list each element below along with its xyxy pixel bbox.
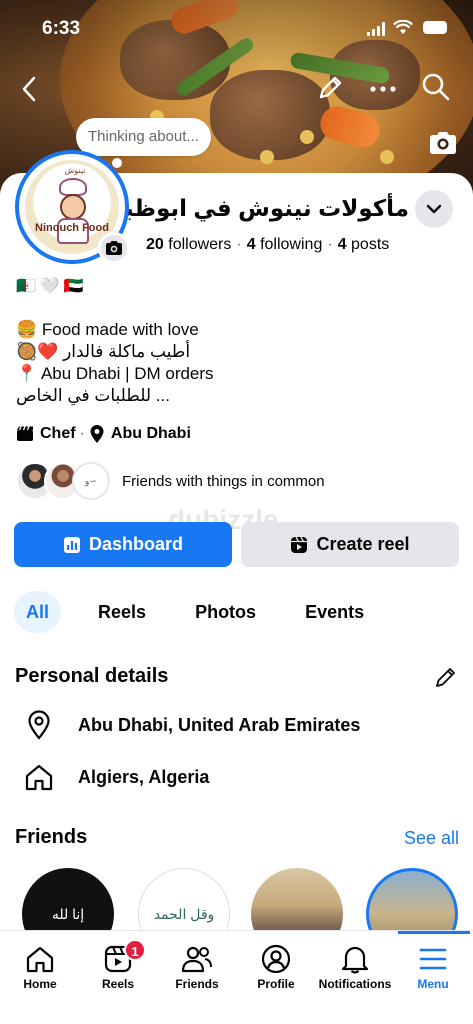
wifi-icon <box>393 20 413 34</box>
profile-switch-button[interactable] <box>415 190 453 228</box>
mutual-friends-text: Friends with things in common <box>122 472 325 490</box>
pencil-icon[interactable] <box>316 74 344 102</box>
nav-label: Menu <box>417 977 449 991</box>
followers-count[interactable]: 20 <box>146 236 164 253</box>
chevron-down-icon <box>426 204 442 214</box>
reel-icon <box>291 536 308 553</box>
nav-menu[interactable]: Menu <box>393 941 473 991</box>
nav-friends[interactable]: Friends <box>157 941 237 991</box>
detail-hometown: Algiers, Algeria <box>24 763 209 791</box>
nav-label: Reels <box>101 977 135 991</box>
following-count[interactable]: 4 <box>247 236 256 253</box>
detail-current-city: Abu Dhabi, United Arab Emirates <box>24 710 360 740</box>
status-bar: 6:33 <box>0 0 473 60</box>
nav-notifications[interactable]: Notifications <box>315 941 395 991</box>
nav-label: Home <box>23 977 57 991</box>
dashboard-icon <box>63 536 80 553</box>
active-tab-indicator <box>398 931 470 934</box>
home-icon <box>24 763 54 791</box>
home-icon <box>26 946 54 973</box>
back-icon[interactable] <box>18 75 40 103</box>
nav-profile[interactable]: Profile <box>236 941 316 991</box>
following-label[interactable]: following <box>260 236 322 253</box>
avatar-brand: Ninouch Food <box>35 222 109 234</box>
thought-bubble[interactable]: Thinking about... <box>76 118 211 156</box>
location-pin-icon <box>24 710 54 740</box>
tab-events[interactable]: Events <box>293 591 376 633</box>
stats-separator: · <box>236 236 242 253</box>
search-icon[interactable] <box>421 72 451 102</box>
menu-icon <box>419 948 447 970</box>
personal-details-title: Personal details <box>15 665 169 687</box>
nav-label: Friends <box>175 977 219 991</box>
bio-flags: 🇩🇿🤍🇦🇪 <box>16 278 88 295</box>
avatar-face <box>60 194 86 220</box>
profile-meta: Chef · Abu Dhabi <box>16 424 191 444</box>
bio-line: 🍔 Food made with love <box>16 320 199 339</box>
see-all-friends-link[interactable]: See all <box>404 828 459 849</box>
friends-icon <box>181 946 212 973</box>
battery-icon <box>423 21 447 34</box>
edit-details-icon[interactable] <box>434 665 458 689</box>
posts-count[interactable]: 4 <box>338 236 347 253</box>
bio-line: 📍 Abu Dhabi | DM orders <box>16 364 214 383</box>
nav-label: Notifications <box>318 977 392 991</box>
tab-photos[interactable]: Photos <box>183 591 268 633</box>
clapperboard-icon <box>17 426 33 441</box>
stats-separator: · <box>327 236 333 253</box>
profile-name: مأكولات نينوش في ابوظبي <box>101 195 409 221</box>
create-reel-label: Create reel <box>316 534 410 554</box>
profile-category: Chef <box>40 425 76 442</box>
tab-reels[interactable]: Reels <box>86 591 158 633</box>
mutual-avatar: و∽ <box>72 462 110 500</box>
friends-title: Friends <box>15 826 88 848</box>
cover-camera-icon[interactable] <box>428 130 458 156</box>
bell-icon <box>341 946 369 974</box>
thought-bubble-tail <box>112 158 122 168</box>
profile-icon <box>261 944 291 974</box>
status-time: 6:33 <box>42 18 81 39</box>
detail-text: Algiers, Algeria <box>78 766 210 787</box>
more-icon[interactable] <box>370 86 396 92</box>
avatar-topline: نينوش <box>64 166 86 175</box>
bio-line: 🥘❤️ أطيب ماكلة فالدار <box>16 342 191 361</box>
posts-label[interactable]: posts <box>351 236 389 253</box>
bio-line: للطلبات في الخاص ... <box>16 386 170 405</box>
meta-separator: · <box>79 425 85 442</box>
nav-reels[interactable]: 1 Reels <box>78 939 158 991</box>
followers-label[interactable]: followers <box>168 236 231 253</box>
nav-label: Profile <box>257 977 295 991</box>
profile-stats: 20 followers · 4 following · 4 posts <box>146 236 389 254</box>
detail-text: Abu Dhabi, United Arab Emirates <box>78 714 361 735</box>
tab-all[interactable]: All <box>14 591 62 633</box>
notification-badge: 1 <box>124 939 146 961</box>
dashboard-button[interactable]: Dashboard <box>14 522 232 567</box>
profile-location: Abu Dhabi <box>110 425 191 442</box>
nav-home[interactable]: Home <box>0 941 80 991</box>
location-pin-icon <box>90 425 104 443</box>
cellular-signal-icon <box>367 22 385 36</box>
bio: 🍔 Food made with love 🥘❤️ أطيب ماكلة فال… <box>16 319 214 407</box>
create-reel-button[interactable]: Create reel <box>241 522 459 567</box>
dashboard-label: Dashboard <box>88 534 184 554</box>
camera-icon <box>106 241 122 255</box>
mutual-friends[interactable]: و∽ Friends with things in common <box>16 462 325 500</box>
profile-tabs: All Reels Photos Events <box>14 591 401 633</box>
bottom-navigation: Home 1 Reels Friends Profile Notificatio… <box>0 930 473 1024</box>
profile-camera-button[interactable] <box>98 232 130 264</box>
